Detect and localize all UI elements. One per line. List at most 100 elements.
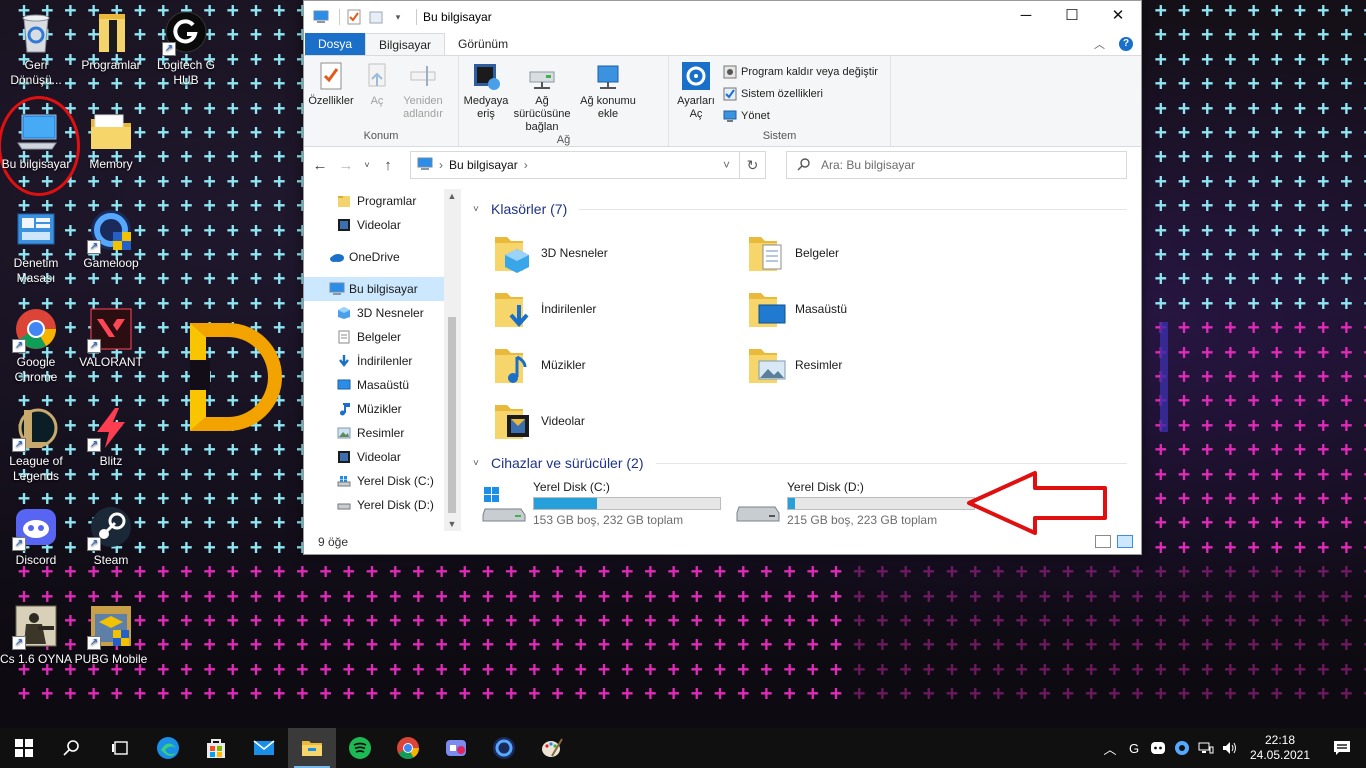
desktop-icon-bu-bilgisayar[interactable]: Bu bilgisayar (0, 107, 74, 172)
close-button[interactable]: ✕ (1095, 1, 1141, 31)
tab-file[interactable]: Dosya (305, 33, 366, 55)
desktop-icon-denetim-masasi[interactable]: Denetim Masası (0, 206, 74, 286)
address-bar[interactable]: › Bu bilgisayar › ˅ (410, 151, 740, 179)
folder-item-masaustu[interactable]: Masaüstü (747, 281, 1001, 337)
scroll-up-arrow-icon[interactable]: ▲ (444, 191, 460, 201)
collapse-chevron-icon[interactable]: ˅ (473, 458, 485, 469)
search-icon (63, 740, 79, 756)
desktop-icon-memory[interactable]: Memory (73, 107, 149, 172)
folder-item-3d-nesneler[interactable]: 3D Nesneler (493, 225, 747, 281)
desktop-icon-valorant[interactable]: ↗ VALORANT (73, 305, 149, 370)
search-button[interactable] (48, 728, 96, 768)
taskbar-store[interactable] (192, 728, 240, 768)
nav-item-videolar-2[interactable]: Videolar (304, 445, 460, 469)
taskbar-clock[interactable]: 22:18 24.05.2021 (1242, 733, 1318, 763)
details-view-icon[interactable] (1095, 535, 1111, 548)
nav-item-videolar[interactable]: Videolar (304, 213, 460, 237)
desktop-icon-recycle-bin[interactable]: Geri Dönüşü... (0, 8, 74, 88)
access-media-button[interactable]: Medyaya eriş (463, 60, 509, 134)
desktop-icon-league-of-legends[interactable]: ↗ League of Legends (0, 404, 74, 484)
desktop-icon-logitech[interactable]: ↗ Logitech G HUB (148, 8, 224, 88)
nav-item-yerel-disk-d[interactable]: Yerel Disk (D:) (304, 493, 460, 517)
windows-logo-icon (15, 739, 33, 757)
show-hidden-icons-chevron-icon[interactable]: ︿ (1098, 728, 1122, 768)
large-icons-view-icon[interactable] (1117, 535, 1133, 548)
nav-item-programlar[interactable]: Programlar (304, 189, 460, 213)
manage-button[interactable]: Yönet (723, 106, 878, 126)
tab-view[interactable]: Görünüm (445, 33, 521, 55)
nav-item-onedrive[interactable]: OneDrive (304, 245, 460, 269)
discord-tray-icon[interactable] (1146, 728, 1170, 768)
properties-button[interactable]: Özellikler (308, 60, 354, 130)
folder-item-muzikler[interactable]: Müzikler (493, 337, 747, 393)
uninstall-program-button[interactable]: Program kaldır veya değiştir (723, 62, 878, 82)
network-icon[interactable] (1194, 728, 1218, 768)
collapse-chevron-icon[interactable]: ˅ (473, 204, 485, 215)
search-box[interactable]: Ara: Bu bilgisayar (786, 151, 1127, 179)
scrollbar-thumb[interactable] (448, 317, 456, 513)
nav-item-3d-nesneler[interactable]: 3D Nesneler (304, 301, 460, 325)
gameloop-tray-icon[interactable] (1170, 728, 1194, 768)
taskbar-spotify[interactable] (336, 728, 384, 768)
folder-item-belgeler[interactable]: Belgeler (747, 225, 1001, 281)
breadcrumb-item[interactable]: Bu bilgisayar (449, 158, 518, 172)
rename-button[interactable]: Yeniden adlandır (400, 60, 446, 130)
taskbar-chrome[interactable] (384, 728, 432, 768)
nav-item-resimler[interactable]: Resimler (304, 421, 460, 445)
folders-section-header[interactable]: ˅ Klasörler (7) (473, 197, 1141, 221)
tab-computer[interactable]: Bilgisayar (365, 33, 446, 55)
open-icon (361, 60, 393, 92)
address-dropdown-chevron-icon[interactable]: ˅ (713, 158, 739, 172)
new-folder-icon[interactable] (368, 9, 384, 25)
task-view-button[interactable] (96, 728, 144, 768)
recent-locations-chevron-icon[interactable]: ˅ (362, 160, 372, 170)
maximize-button[interactable]: ☐ (1049, 1, 1095, 31)
navigation-scrollbar[interactable]: ▲ ▼ (444, 189, 460, 531)
forward-arrow-icon[interactable]: → (336, 157, 356, 174)
volume-icon[interactable] (1218, 728, 1242, 768)
up-arrow-icon[interactable]: ↑ (378, 157, 398, 174)
action-center-button[interactable] (1318, 740, 1366, 756)
desktop-icon-blitz[interactable]: ↗ Blitz (73, 404, 149, 469)
nav-item-bu-bilgisayar[interactable]: Bu bilgisayar (304, 277, 460, 301)
folder-item-videolar[interactable]: Videolar (493, 393, 747, 449)
customize-dropdown-icon[interactable]: ▾ (390, 9, 406, 25)
drive-item-c[interactable]: Yerel Disk (C:) 153 GB boş, 232 GB topla… (481, 477, 723, 529)
logitech-tray-icon[interactable]: G (1122, 728, 1146, 768)
nav-item-muzikler[interactable]: Müzikler (304, 397, 460, 421)
taskbar-discord-app[interactable] (432, 728, 480, 768)
nav-item-masaustu[interactable]: Masaüstü (304, 373, 460, 397)
desktop-icon-cs16[interactable]: ↗ Cs 1.6 OYNA (0, 602, 74, 667)
drive-item-d[interactable]: Yerel Disk (D:) 215 GB boş, 223 GB topla… (735, 477, 977, 529)
system-properties-button[interactable]: Sistem özellikleri (723, 84, 878, 104)
back-arrow-icon[interactable]: ← (310, 157, 330, 174)
folder-item-resimler[interactable]: Resimler (747, 337, 1001, 393)
help-icon[interactable]: ? (1119, 37, 1133, 51)
properties-check-icon[interactable] (346, 9, 362, 25)
nav-item-belgeler[interactable]: Belgeler (304, 325, 460, 349)
desktop-icon-discord[interactable]: ↗ Discord (0, 503, 74, 568)
desktop-icon-gameloop[interactable]: ↗ Gameloop (73, 206, 149, 271)
desktop-icon-chrome[interactable]: ↗ Google Chrome (0, 305, 74, 385)
open-settings-button[interactable]: Ayarları Aç (673, 60, 719, 130)
start-button[interactable] (0, 728, 48, 768)
minimize-button[interactable]: ─ (1003, 1, 1049, 31)
taskbar-mail[interactable] (240, 728, 288, 768)
taskbar-gameloop[interactable] (480, 728, 528, 768)
scroll-down-arrow-icon[interactable]: ▼ (444, 519, 460, 529)
map-network-drive-button[interactable]: Ağ sürücüsüne bağlan (509, 60, 575, 134)
title-bar[interactable]: ▾ Bu bilgisayar ─ ☐ ✕ (304, 1, 1141, 33)
collapse-ribbon-icon[interactable]: ︿ (1094, 36, 1105, 52)
taskbar-file-explorer[interactable] (288, 728, 336, 768)
refresh-icon[interactable]: ↻ (740, 151, 766, 179)
nav-item-indirilenler[interactable]: İndirilenler (304, 349, 460, 373)
desktop-icon-steam[interactable]: ↗ Steam (73, 503, 149, 568)
folder-item-indirilenler[interactable]: İndirilenler (493, 281, 747, 337)
nav-item-yerel-disk-c[interactable]: Yerel Disk (C:) (304, 469, 460, 493)
taskbar-edge[interactable] (144, 728, 192, 768)
taskbar-paint[interactable] (528, 728, 576, 768)
open-button[interactable]: Aç (354, 60, 400, 130)
desktop-icon-programlar[interactable]: Programlar (73, 8, 149, 73)
add-network-location-button[interactable]: Ağ konumu ekle (575, 60, 641, 134)
desktop-icon-pubg-mobile[interactable]: ↗ PUBG Mobile (73, 602, 149, 667)
